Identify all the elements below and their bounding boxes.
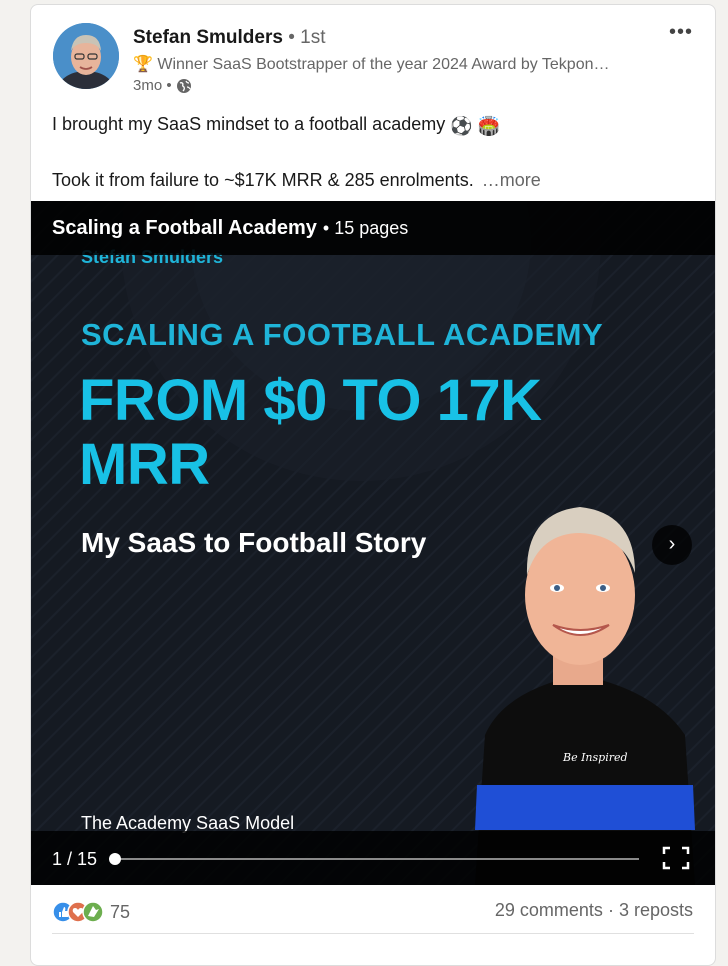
comments-reposts: 29 comments · 3 reposts (495, 900, 693, 921)
reaction-count[interactable]: 75 (110, 902, 130, 923)
post-time: 3mo • (133, 77, 172, 94)
post-text-line-2: Took it from failure to ~$17K MRR & 285 … (52, 167, 692, 194)
next-slide-button[interactable]: › (652, 525, 692, 565)
document-title-bar: Scaling a Football Academy • 15 pages (31, 201, 715, 255)
ellipsis-icon[interactable]: ••• (667, 21, 695, 45)
globe-icon (176, 78, 192, 94)
celebrate-icon (82, 901, 104, 923)
post-meta: 3mo • (133, 77, 192, 94)
author-line: Stefan Smulders • 1st (133, 27, 326, 49)
slide-headline: FROM $0 TO 17K MRR (79, 368, 542, 497)
fullscreen-icon[interactable] (662, 846, 690, 870)
avatar-photo (53, 23, 119, 89)
post-emojis: ⚽ 🏟️ (450, 116, 501, 136)
slide-kicker: SCALING A FOOTBALL ACADEMY (81, 317, 604, 352)
author-name[interactable]: Stefan Smulders (133, 27, 283, 48)
document-page-count: • 15 pages (322, 217, 409, 238)
reactions[interactable]: 75 (52, 901, 130, 923)
shirt-logo: Be Inspired (562, 751, 628, 764)
comments-link[interactable]: 29 comments (495, 900, 603, 920)
post-card: Stefan Smulders • 1st 🏆 Winner SaaS Boot… (30, 4, 716, 966)
document-title: Scaling a Football Academy (52, 216, 317, 239)
reaction-icons (52, 901, 104, 923)
author-headline: 🏆 Winner SaaS Bootstrapper of the year 2… (133, 56, 610, 73)
post-text-line-1: I brought my SaaS mindset to a football … (52, 111, 692, 140)
divider (52, 933, 694, 934)
progress-slider[interactable] (109, 853, 639, 865)
carousel-controls: 1 / 15 (31, 831, 715, 885)
progress-knob[interactable] (109, 853, 121, 865)
see-more-link[interactable]: …more (482, 170, 541, 190)
post-text-line-1-text: I brought my SaaS mindset to a football … (52, 114, 446, 134)
connection-degree: • 1st (288, 27, 326, 48)
document-carousel[interactable]: Scaling a Football Academy • 15 pages St… (31, 201, 715, 885)
separator-dot: · (607, 900, 614, 920)
social-counts: 75 29 comments · 3 reposts (31, 885, 715, 935)
reposts-link[interactable]: 3 reposts (619, 900, 693, 920)
post-text: I brought my SaaS mindset to a football … (52, 111, 692, 194)
page-counter: 1 / 15 (52, 849, 98, 869)
post-text-line-2-text: Took it from failure to ~$17K MRR & 285 … (52, 170, 474, 190)
author-avatar[interactable] (53, 23, 119, 89)
slide-subtitle: My SaaS to Football Story (81, 527, 427, 558)
